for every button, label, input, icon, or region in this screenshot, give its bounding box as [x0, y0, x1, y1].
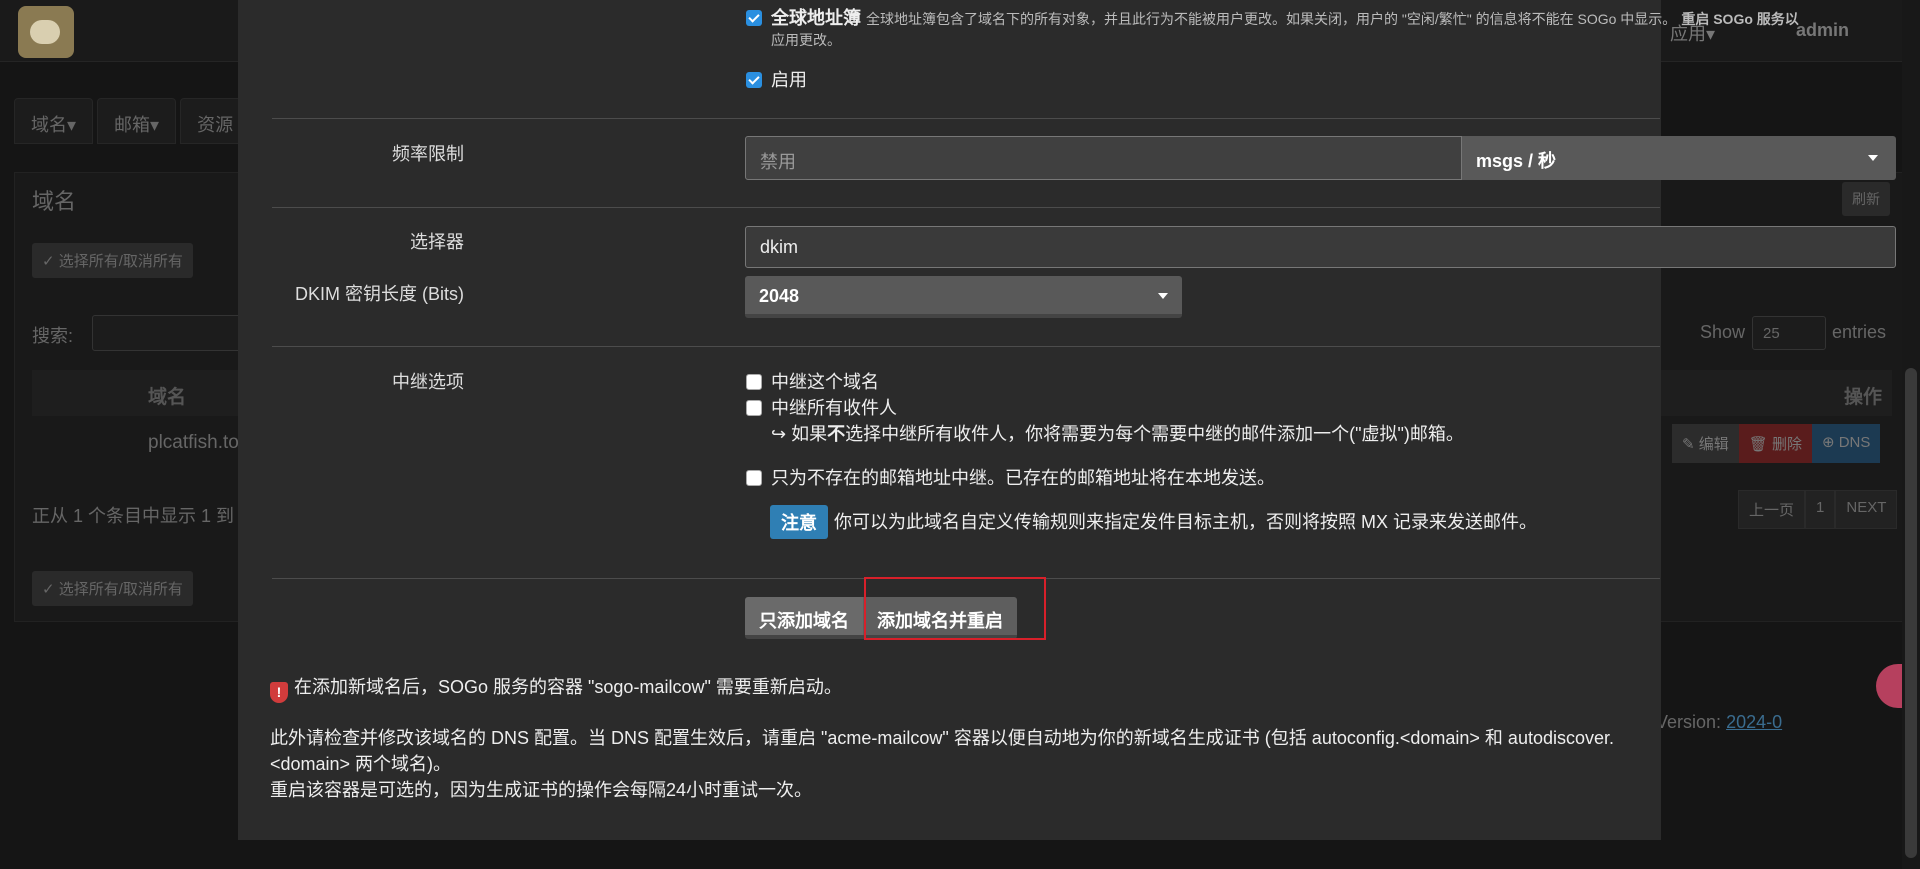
dns-button[interactable]: ⊕ DNS	[1811, 424, 1881, 463]
relay-domain-checkbox[interactable]	[746, 374, 762, 390]
tab-domains[interactable]: 域名▾	[14, 98, 94, 144]
divider	[272, 346, 1660, 347]
divider	[272, 207, 1660, 208]
relay-all-checkbox[interactable]	[746, 400, 762, 416]
notice-badge: 注意	[770, 505, 828, 539]
chevron-down-icon	[1868, 155, 1878, 161]
gab-label: 全球地址簿	[771, 8, 861, 28]
enable-label: 启用	[771, 70, 807, 90]
page-size-select[interactable]: 25	[1752, 316, 1826, 350]
gab-checkbox[interactable]	[746, 10, 762, 26]
selector-label: 选择器	[410, 232, 464, 252]
prev-page-button[interactable]: 上一页	[1738, 490, 1806, 529]
shield-alert-icon: !	[270, 682, 288, 703]
next-page-button[interactable]: NEXT	[1835, 490, 1898, 529]
select-all-button-top[interactable]: ✓ 选择所有/取消所有	[32, 243, 193, 278]
notice-text: 你可以为此域名自定义传输规则来指定发件目标主机，否则将按照 MX 记录来发送邮件…	[834, 512, 1537, 532]
modal-body: 全球地址簿 全球地址簿包含了域名下的所有对象，并且此行为不能被用户更改。如果关闭…	[254, 0, 1896, 840]
entries-label: entries	[1832, 322, 1887, 342]
column-domain[interactable]: 域名	[148, 382, 186, 409]
mailcow-logo	[18, 6, 74, 58]
relay-all-option: 中继所有收件人	[746, 394, 897, 420]
show-label: Show	[1700, 322, 1746, 342]
pagination: 上一页 1 NEXT	[1738, 490, 1898, 529]
restart-warning: ! 在添加新域名后，SOGo 服务的容器 "sogo-mailcow" 需要重新启…	[270, 673, 842, 703]
relay-note-suffix: 选择中继所有收件人，你将需要为每个需要中继的邮件添加一个("虚拟")邮箱。	[845, 424, 1464, 444]
relay-domain-option: 中继这个域名	[746, 368, 879, 394]
dkim-length-label: DKIM 密钥长度 (Bits)	[295, 284, 464, 304]
scrollbar[interactable]	[1902, 0, 1920, 869]
dkim-selector-input[interactable]: dkim	[745, 226, 1896, 268]
version-link[interactable]: 2024-0	[1726, 712, 1782, 732]
column-ops: 操作	[1844, 387, 1883, 408]
relay-unknown-label: 只为不存在的邮箱地址中继。已存在的邮箱地址将在本地发送。	[771, 468, 1275, 488]
relay-unknown-checkbox[interactable]	[746, 470, 762, 486]
relay-all-label: 中继所有收件人	[771, 398, 897, 418]
panel-title: 域名	[32, 189, 77, 214]
scrollbar-thumb[interactable]	[1905, 368, 1917, 858]
dns-info-paragraph: 此外请检查并修改该域名的 DNS 配置。当 DNS 配置生效后，请重启 "acm…	[270, 728, 1615, 774]
nav-admin-link[interactable]: admin	[1796, 20, 1849, 41]
version-footer: Version: 2024-0	[1656, 712, 1782, 733]
table-row-domain: plcatfish.to	[148, 432, 239, 453]
enable-option: 启用	[746, 66, 807, 92]
relay-domain-label: 中继这个域名	[771, 372, 879, 392]
tab-bar: 域名▾ 邮箱▾ 资源	[14, 98, 251, 144]
divider	[272, 118, 1660, 119]
edit-button[interactable]: ✎ 编辑	[1672, 424, 1739, 463]
chevron-down-icon	[1158, 293, 1168, 299]
dkim-length-value: 2048	[759, 286, 800, 306]
restart-warning-text: 在添加新域名后，SOGo 服务的容器 "sogo-mailcow" 需要重新启动…	[294, 677, 842, 697]
highlight-box	[864, 577, 1046, 640]
dkim-length-select[interactable]: 2048	[745, 276, 1182, 318]
refresh-button[interactable]: 刷新	[1842, 182, 1890, 216]
relay-options-label: 中继选项	[392, 372, 464, 392]
relay-unknown-option: 只为不存在的邮箱地址中继。已存在的邮箱地址将在本地发送。	[746, 464, 1275, 490]
gab-option: 全球地址簿 全球地址簿包含了域名下的所有对象，并且此行为不能被用户更改。如果关闭…	[746, 4, 1799, 30]
rate-limit-input[interactable]: 禁用	[745, 136, 1462, 180]
gab-description-bold: 重启 SOGo 服务以	[1681, 11, 1799, 27]
rate-unit-select[interactable]: msgs / 秒	[1462, 136, 1896, 180]
add-domain-only-button[interactable]: 只添加域名	[745, 597, 863, 639]
relay-note-bold: 不	[827, 424, 846, 444]
delete-button[interactable]: 🗑 删除	[1738, 424, 1812, 463]
restart-optional-paragraph: 重启该容器是可选的，因为生成证书的操作会每隔24小时重试一次。	[270, 780, 813, 800]
gab-description-cont: 应用更改。	[771, 32, 841, 48]
version-label: Version:	[1656, 712, 1722, 732]
tab-mailboxes[interactable]: 邮箱▾	[97, 98, 177, 144]
rate-unit-value: msgs / 秒	[1476, 151, 1557, 171]
table-info: 正从 1 个条目中显示 1 到 1	[32, 506, 250, 526]
select-all-button-bottom[interactable]: ✓ 选择所有/取消所有	[32, 571, 193, 606]
add-domain-modal: 全球地址簿 全球地址簿包含了域名下的所有对象，并且此行为不能被用户更改。如果关闭…	[238, 0, 1896, 840]
rate-limit-label: 频率限制	[392, 144, 464, 164]
enable-checkbox[interactable]	[746, 72, 762, 88]
relay-note: ↪ 如果不选择中继所有收件人，你将需要为每个需要中继的邮件添加一个("虚拟")邮…	[771, 420, 1464, 446]
search-input[interactable]	[92, 315, 252, 351]
search-label: 搜索:	[32, 326, 74, 346]
row-actions: ✎ 编辑 🗑 删除 ⊕ DNS	[1672, 424, 1881, 463]
relay-note-prefix: ↪ 如果	[771, 424, 828, 444]
page-1-button[interactable]: 1	[1805, 490, 1836, 529]
gab-description: 全球地址簿包含了域名下的所有对象，并且此行为不能被用户更改。如果关闭，用户的 "…	[866, 11, 1677, 27]
